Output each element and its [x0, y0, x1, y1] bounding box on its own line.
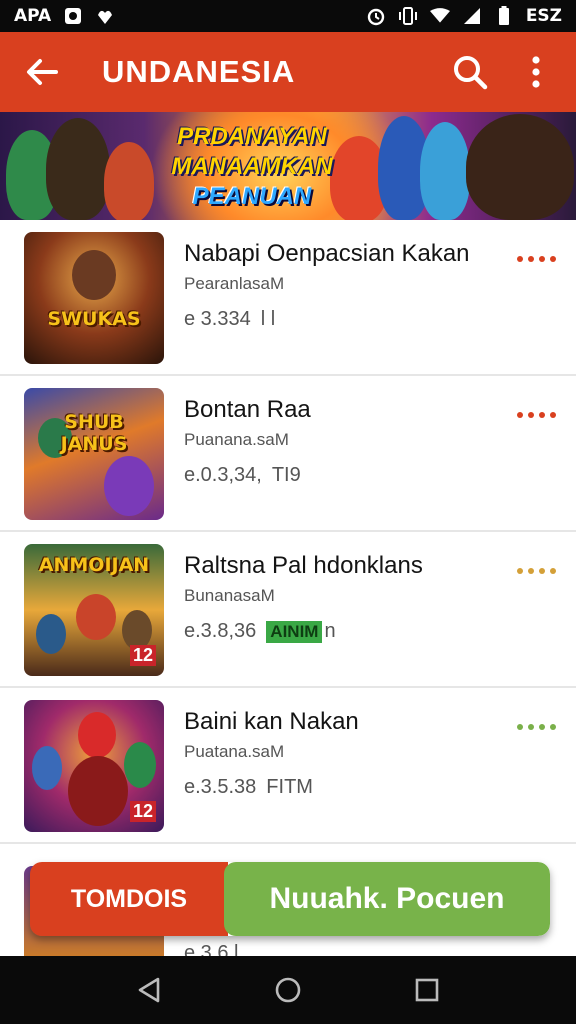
item-price: e.0.3,34, [184, 464, 262, 486]
item-price: e.3.5.38 [184, 776, 257, 798]
item-more-button[interactable] [516, 408, 556, 422]
item-more-button[interactable] [516, 564, 556, 578]
system-nav-bar [0, 956, 576, 1024]
app-thumbnail: ANMOIJAN 12 [24, 544, 164, 676]
arrow-left-icon [27, 59, 58, 85]
item-info: Raltsna Pal hdonklans BunanasaM e.3.8,36… [184, 552, 504, 643]
item-name: Raltsna Pal hdonklans [184, 552, 423, 579]
banner-hero [104, 142, 154, 220]
item-price-line: e.3.8,36 AINIM n [184, 620, 504, 643]
list-item[interactable]: ANMOIJAN 12 Raltsna Pal hdonklans Bunana… [0, 532, 576, 688]
app-bar: UNDANESIA [0, 32, 576, 112]
item-developer: PearanlasaM [184, 274, 285, 293]
banner-line-3: PEANUAN [192, 183, 312, 210]
list-item[interactable]: SHUB JANUS Bontan Raa Puanana.saM e.0.3,… [0, 376, 576, 532]
item-more-button[interactable] [516, 720, 556, 734]
banner-hero [46, 118, 110, 220]
banner-line-1: PRDANAYAN [177, 123, 327, 150]
item-name: Nabapi Oenpacsian Kakan [184, 240, 470, 267]
item-name: Baini kan Nakan [184, 708, 359, 735]
nav-back-button[interactable] [125, 966, 173, 1014]
search-icon [454, 56, 488, 90]
item-developer: Puatana.saM [184, 742, 285, 761]
status-left-text: APA [14, 6, 52, 26]
item-developer: BunanasaM [184, 586, 275, 605]
wifi-icon [429, 6, 450, 26]
secondary-action-button[interactable]: TOMDOIS [30, 862, 228, 936]
nav-back-icon [139, 977, 160, 1003]
banner-text: PRDANAYAN MANAAMKAN PEANUAN [162, 122, 342, 212]
status-bar-left: APA [14, 6, 115, 26]
page-title: UNDANESIA [102, 54, 296, 89]
item-price: e.3.8,36 [184, 620, 257, 642]
back-button[interactable] [18, 48, 66, 96]
item-extra: n [324, 620, 336, 642]
status-bar-right: ESZ [366, 6, 562, 26]
item-price: e 3.334 [184, 308, 251, 330]
app-thumbnail: SWUKAS [24, 232, 164, 364]
action-bar: TOMDOIS Nuuahk. Pocuen [30, 862, 550, 936]
promo-banner[interactable]: PRDANAYAN MANAAMKAN PEANUAN [0, 112, 576, 220]
item-price-line: e 3.334 l l [184, 308, 504, 331]
app-list: SWUKAS Nabapi Oenpacsian Kakan Pearanlas… [0, 220, 576, 844]
item-badge: AINIM [266, 620, 323, 643]
thumbnail-label: SHUB JANUS [60, 410, 128, 455]
status-right-text: ESZ [525, 6, 562, 26]
item-extra: TI9 [271, 464, 301, 486]
signal-icon [462, 6, 482, 26]
item-developer: Puanana.saM [184, 430, 289, 449]
nav-recents-icon [415, 978, 438, 1002]
vibrate-icon [398, 6, 418, 26]
item-more-button[interactable] [516, 252, 556, 266]
app-thumbnail: 12 [24, 700, 164, 832]
overflow-menu-button[interactable] [514, 50, 558, 94]
thumbnail-label: SWUKAS [47, 308, 141, 331]
item-info: Bontan Raa Puanana.saM e.0.3,34, TI9 [184, 396, 504, 487]
search-button[interactable] [448, 50, 492, 94]
thumbnail-label: ANMOIJAN [38, 554, 150, 577]
app-thumbnail: SHUB JANUS [24, 388, 164, 520]
item-price-line: e.0.3,34, TI9 [184, 464, 504, 487]
item-info: Nabapi Oenpacsian Kakan PearanlasaM e 3.… [184, 240, 504, 331]
banner-line-2: MANAAMKAN [171, 153, 333, 180]
alarm-icon [366, 6, 386, 26]
thumbnail-badge: 12 [129, 801, 156, 822]
list-item[interactable]: 12 Baini kan Nakan Puatana.saM e.3.5.38 … [0, 688, 576, 844]
list-item[interactable]: SWUKAS Nabapi Oenpacsian Kakan Pearanlas… [0, 220, 576, 376]
item-name: Bontan Raa [184, 396, 311, 423]
item-price-line: e.3.5.38 FITM [184, 776, 504, 799]
primary-action-button[interactable]: Nuuahk. Pocuen [224, 862, 550, 936]
more-vert-icon [532, 56, 540, 88]
banner-hero [420, 122, 470, 220]
battery-icon [494, 6, 514, 26]
nav-recents-button[interactable] [403, 966, 451, 1014]
thumbnail-badge: 12 [129, 645, 156, 666]
item-info: Baini kan Nakan Puatana.saM e.3.5.38 FIT… [184, 708, 504, 799]
notification-square-icon [63, 6, 83, 26]
nav-home-button[interactable] [264, 966, 312, 1014]
nav-home-icon [275, 977, 301, 1003]
item-extra: l l [260, 308, 276, 330]
banner-hero-right [466, 114, 574, 220]
app-leaf-icon [95, 6, 115, 26]
item-extra: FITM [266, 776, 313, 798]
status-bar: APA ESZ [0, 0, 576, 32]
